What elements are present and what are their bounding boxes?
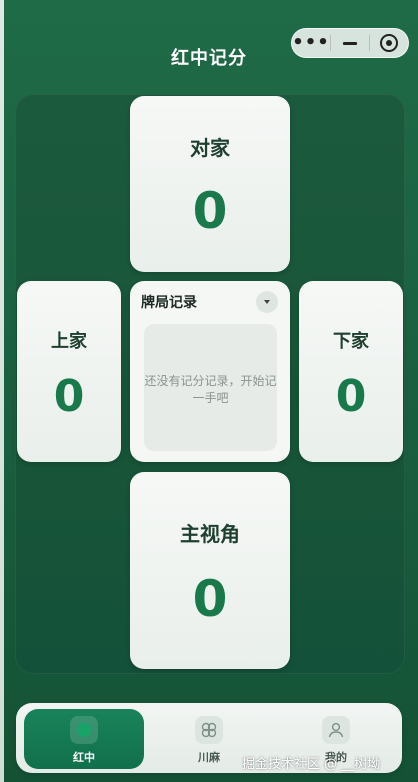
records-expand-button[interactable] <box>256 291 278 313</box>
player-score: 0 <box>192 182 228 240</box>
player-score: 0 <box>53 371 85 422</box>
more-button[interactable]: ••• <box>292 29 330 57</box>
nav-bar: 红中记分 ••• <box>0 0 418 88</box>
records-title: 牌局记录 <box>141 295 197 311</box>
player-score: 0 <box>335 371 367 422</box>
mini-program-capsule: ••• <box>291 28 409 58</box>
player-name: 上家 <box>51 331 87 352</box>
tab-label: 川麻 <box>198 751 220 764</box>
player-name: 主视角 <box>180 522 240 546</box>
chuanma-icon[interactable] <box>195 716 223 744</box>
empty-state-text: 还没有记分记录，开始记一手吧 <box>144 374 277 405</box>
player-card-top[interactable]: 对家 0 <box>130 96 290 272</box>
minus-icon <box>343 41 357 45</box>
player-name: 对家 <box>190 136 230 160</box>
player-score: 0 <box>192 570 228 628</box>
player-card-right[interactable]: 下家 0 <box>299 281 403 462</box>
more-icon: ••• <box>292 32 330 53</box>
window-edge <box>0 0 4 782</box>
close-button[interactable] <box>370 29 408 57</box>
player-card-left[interactable]: 上家 0 <box>17 281 121 462</box>
watermark: 掘金技术社区 @ __树坳 <box>242 757 381 772</box>
user-icon[interactable] <box>322 716 350 744</box>
hongzhong-icon <box>70 716 98 744</box>
player-card-bottom[interactable]: 主视角 0 <box>130 472 290 669</box>
chevron-down-icon <box>264 300 270 304</box>
minimize-button[interactable] <box>331 29 369 57</box>
target-icon <box>380 34 398 52</box>
tab-label: 红中 <box>73 751 95 764</box>
player-name: 下家 <box>333 331 369 352</box>
